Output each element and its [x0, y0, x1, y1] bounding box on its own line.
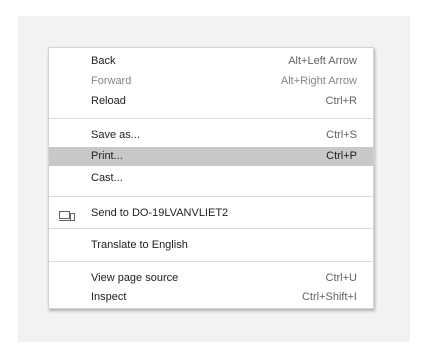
menu-item-label: Back [91, 55, 116, 67]
menu-item-label: Forward [91, 75, 132, 87]
menu-item-label: Save as... [91, 129, 140, 141]
menu-separator [49, 118, 373, 119]
menu-item-translate[interactable]: Translate to English [49, 236, 373, 255]
menu-item-back[interactable]: Back Alt+Left Arrow [49, 52, 373, 71]
context-menu: Back Alt+Left Arrow Forward Alt+Right Ar… [48, 47, 374, 309]
menu-item-label: Print... [91, 150, 123, 162]
menu-item-shortcut: Ctrl+P [326, 150, 357, 162]
menu-item-label: Send to DO-19LVANVLIET2 [91, 207, 229, 219]
menu-item-shortcut: Alt+Right Arrow [280, 75, 357, 87]
menu-item-label: View page source [91, 272, 179, 284]
menu-item-shortcut: Ctrl+S [326, 129, 357, 141]
menu-item-view-source[interactable]: View page source Ctrl+U [49, 269, 373, 288]
menu-separator [49, 228, 373, 229]
menu-separator [49, 196, 373, 197]
menu-item-forward[interactable]: Forward Alt+Right Arrow [49, 72, 373, 91]
menu-item-shortcut: Ctrl+Shift+I [301, 291, 357, 303]
menu-item-inspect[interactable]: Inspect Ctrl+Shift+I [49, 288, 373, 307]
menu-item-shortcut: Ctrl+U [325, 272, 357, 284]
menu-item-cast[interactable]: Cast... [49, 169, 373, 188]
menu-item-reload[interactable]: Reload Ctrl+R [49, 92, 373, 111]
menu-separator [49, 261, 373, 262]
menu-item-label: Reload [91, 95, 126, 107]
menu-item-print[interactable]: Print... Ctrl+P [49, 147, 373, 166]
menu-item-send-to-device[interactable]: Send to DO-19LVANVLIET2 [49, 204, 373, 223]
menu-item-shortcut: Ctrl+R [325, 95, 357, 107]
menu-item-save-as[interactable]: Save as... Ctrl+S [49, 126, 373, 145]
send-to-device-icon [59, 209, 75, 221]
menu-item-label: Cast... [91, 172, 123, 184]
menu-item-shortcut: Alt+Left Arrow [288, 55, 357, 67]
menu-item-label: Translate to English [91, 239, 188, 251]
menu-item-label: Inspect [91, 291, 127, 303]
